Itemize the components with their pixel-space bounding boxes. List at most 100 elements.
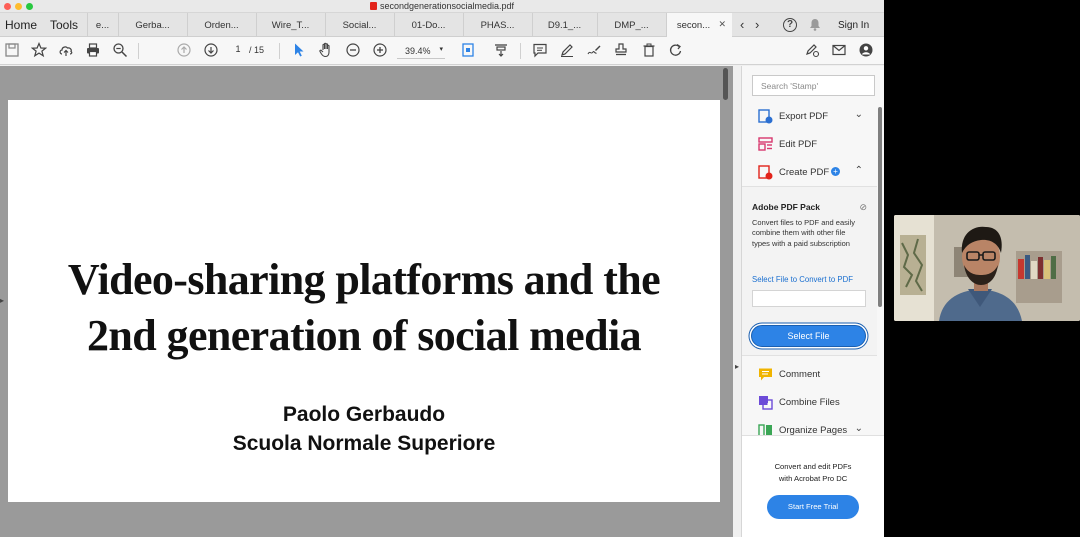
share-user-icon[interactable] [857,42,875,60]
export-pdf-icon [758,109,773,124]
chevron-left-icon[interactable]: ‹ [740,17,744,32]
tool-label: Comment [779,369,821,380]
acrobat-window: secondgenerationsocialmedia.pdf Home Too… [0,0,884,537]
hand-tool-icon[interactable] [317,42,335,60]
pdf-page: Video-sharing platforms and the 2nd gene… [8,100,720,502]
chevron-down-icon: ▾ [439,46,443,53]
select-cursor-icon[interactable] [290,42,308,60]
print-icon[interactable] [84,42,102,60]
stamp-icon[interactable] [612,42,630,60]
tab-label: PHAS... [480,20,515,31]
tool-comment[interactable]: Comment [742,364,877,388]
pack-description: Convert files to PDF and easily combine … [752,218,855,248]
combine-files-icon [758,395,773,410]
slide-affiliation: Scuola Normale Superiore [232,432,496,455]
toolbar-separator [279,43,280,59]
tab-label: 01-Do... [411,20,446,31]
slide-title: Video-sharing platforms and the 2nd gene… [8,252,720,364]
fill-sign-icon[interactable] [803,42,821,60]
tool-label: Export PDF [779,111,829,122]
start-free-trial-button[interactable]: Start Free Trial [767,495,859,519]
left-panel-toggle-icon[interactable]: ▸ [0,296,4,305]
vertical-scrollbar[interactable] [723,68,728,100]
tool-label: Create PDF [779,167,830,178]
tools-search-input[interactable]: Search 'Stamp' [752,75,875,96]
page-total: / 15 [249,45,265,55]
tools-pane: Search 'Stamp' Export PDF ⌄ Edit PDF Cre… [741,66,884,537]
page-number-input[interactable]: 1 [228,44,248,58]
sign-in-button[interactable]: Sign In [838,20,869,31]
save-icon[interactable] [3,42,21,60]
comment-tool-icon [758,367,773,382]
document-viewer[interactable]: Video-sharing platforms and the 2nd gene… [0,66,739,537]
create-pdf-icon [758,165,773,180]
presenter-webcam-video [894,215,1080,321]
scroll-mode-icon[interactable] [492,42,510,60]
slide-author: Paolo Gerbaudo [282,403,446,426]
tab-label: DMP_... [614,20,649,31]
bell-icon[interactable] [809,18,821,34]
sign-pen-icon[interactable] [585,42,603,60]
window-title: secondgenerationsocialmedia.pdf [0,1,884,11]
next-page-icon[interactable] [202,42,220,60]
chevron-down-icon[interactable]: ⌄ [855,109,863,120]
tool-combine-files[interactable]: Combine Files [742,392,877,416]
tools-pane-scrollbar[interactable] [878,107,882,307]
help-icon[interactable]: ? [783,18,797,32]
file-path-field[interactable] [752,290,866,307]
select-file-button[interactable]: Select File [751,325,866,347]
chevron-up-icon[interactable]: ⌃ [855,165,863,176]
menu-home[interactable]: Home [5,18,37,32]
right-panel-toggle-icon[interactable]: ▸ [735,362,739,371]
pack-title: Adobe PDF Pack [752,202,821,212]
document-tab[interactable]: DMP_... [597,13,665,37]
select-file-to-convert-link[interactable]: Select File to Convert to PDF [752,275,853,284]
previous-page-icon[interactable] [175,42,193,60]
title-bar: secondgenerationsocialmedia.pdf [0,0,884,13]
document-tab[interactable]: Social... [325,13,393,37]
slide-title-line: 2nd generation of social media [87,311,642,360]
document-tab[interactable]: e... [87,13,117,37]
tool-export-pdf[interactable]: Export PDF ⌄ [742,106,877,130]
chevron-down-icon[interactable]: ⌄ [855,423,863,434]
comment-icon[interactable] [531,42,549,60]
tool-edit-pdf[interactable]: Edit PDF [742,134,877,158]
trash-icon[interactable] [640,42,658,60]
tab-bar: Home Tools e... Gerba... Orden... Wire_T… [0,13,884,37]
email-icon[interactable] [830,42,848,60]
document-tab[interactable]: D9.1_... [532,13,596,37]
tab-label: secon... [676,20,711,31]
document-tab[interactable]: Wire_T... [256,13,324,37]
window-title-text: secondgenerationsocialmedia.pdf [379,1,515,11]
close-tab-icon[interactable]: ✕ [718,19,726,30]
zoom-level-select[interactable]: 39.4% ▾ [397,44,445,59]
upload-cloud-icon[interactable] [57,42,75,60]
zoom-in-icon[interactable] [371,42,389,60]
tool-label: Edit PDF [779,139,818,150]
tool-create-pdf[interactable]: Create PDF + ⌃ [742,162,877,186]
acrobat-pro-promo: Convert and edit PDFs with Acrobat Pro D… [742,435,884,537]
rotate-icon[interactable] [667,42,685,60]
webcam-scene [894,215,1080,321]
pin-icon[interactable]: ⊘ [859,202,867,213]
document-tab[interactable]: PHAS... [463,13,531,37]
page-fit-icon[interactable] [458,42,480,60]
slide-author-block: Paolo Gerbaudo Scuola Normale Superiore [8,400,720,458]
document-tab-active[interactable]: secon... ✕ [666,13,732,37]
chevron-right-icon[interactable]: › [755,17,759,32]
document-tab[interactable]: Orden... [187,13,255,37]
tab-label: Orden... [204,20,239,31]
zoom-out-search-icon[interactable] [111,42,129,60]
document-tab[interactable]: 01-Do... [394,13,462,37]
toolbar-separator [138,43,139,59]
bookmark-star-icon[interactable] [30,41,48,60]
tab-label: Wire_T... [271,20,310,31]
zoom-out-icon[interactable] [344,42,362,60]
tab-label: D9.1_... [547,20,582,31]
document-tab[interactable]: Gerba... [118,13,186,37]
highlight-pen-icon[interactable] [558,42,576,60]
menu-tools[interactable]: Tools [50,18,78,32]
tab-label: e... [95,20,110,31]
plus-badge-icon: + [831,167,840,176]
pdf-file-icon [369,2,377,10]
